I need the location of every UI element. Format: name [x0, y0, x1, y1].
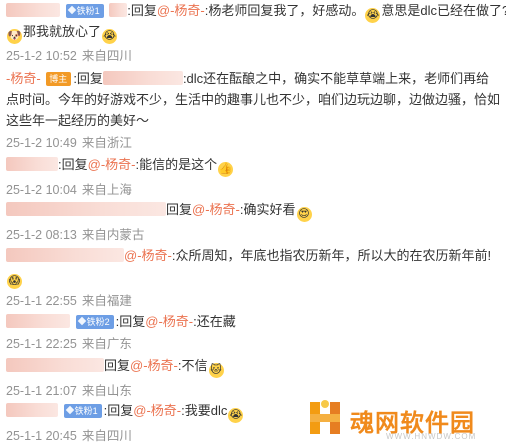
comment-text: 意思是dlc已经在做了?: [381, 3, 506, 18]
comment-item: 铁粉2 :回复@-杨奇-:还在藏 25-1-1 22:25 来自广东: [6, 313, 500, 353]
username-redacted[interactable]: [6, 157, 58, 171]
comment-body: 铁粉2 :回复@-杨奇-:还在藏: [6, 313, 500, 331]
location: 来自福建: [81, 294, 132, 308]
reply-prefix: :回复: [103, 403, 134, 418]
comment-meta: 25-1-2 08:13 来自内蒙古: [6, 226, 500, 244]
reply-prefix: 回复: [104, 358, 131, 373]
timestamp: 25-1-2 10:49: [6, 136, 77, 150]
location: 来自广东: [81, 337, 132, 351]
mention-link[interactable]: @-杨奇-: [88, 157, 136, 172]
comment-meta: 25-1-2 10:52 来自四川: [6, 47, 500, 65]
username-redacted[interactable]: [6, 314, 70, 328]
comment-body-cont: 🐶 那我就放心了 😭: [6, 23, 500, 44]
timestamp: 25-1-1 21:07: [6, 384, 77, 398]
author-link[interactable]: -杨奇-: [6, 71, 41, 86]
comment-body: @-杨奇-:众所周知，年底也指农历新年，所以大的在农历新年前! 😱: [6, 245, 500, 289]
username-redacted[interactable]: [6, 403, 58, 417]
comment-text: :众所周知，年底也指农历新年，所以大的在农历新年前!: [171, 248, 492, 263]
timestamp: 25-1-2 10:04: [6, 183, 77, 197]
location: 来自内蒙古: [81, 228, 145, 242]
username-redacted[interactable]: [102, 71, 183, 85]
comment-meta: 25-1-1 22:25 来自广东: [6, 335, 500, 353]
username-redacted[interactable]: [6, 3, 60, 17]
reply-prefix: 回复: [166, 202, 193, 217]
badge-label: 铁粉2: [86, 317, 110, 327]
username-redacted[interactable]: [6, 202, 166, 216]
comment-item: -杨奇- 博主:回复:dlc还在酝酿之中，确实不能草草端上来，老师们再给点时间。…: [6, 68, 500, 152]
comment-text: :不信: [177, 358, 208, 373]
crying-emoji-icon: 😭: [365, 8, 381, 23]
comment-meta: 25-1-2 10:49 来自浙江: [6, 134, 500, 152]
heart-eyes-emoji-icon: 😍: [296, 207, 312, 222]
location: 来自四川: [81, 49, 132, 63]
username-redacted: [109, 3, 128, 17]
location: 来自浙江: [81, 136, 132, 150]
timestamp: 25-1-2 10:52: [6, 49, 77, 63]
mention-link[interactable]: @-杨奇-: [133, 403, 181, 418]
comment-item: 回复@-杨奇-:确实好看 😍 25-1-2 08:13 来自内蒙古: [6, 201, 500, 244]
timestamp: 25-1-1 22:55: [6, 294, 77, 308]
timestamp: 25-1-1 22:25: [6, 337, 77, 351]
location: 来自山东: [81, 384, 132, 398]
comment-item: 铁粉1 :回复@-杨奇-:杨老师回复我了，好感动。 😭 意思是dlc已经在做了? 🐶…: [6, 2, 506, 65]
watermark-url: WWW.HNWDW.COM: [386, 432, 477, 441]
mention-link[interactable]: @-杨奇-: [130, 358, 178, 373]
comment-body: :回复@-杨奇-:能信的是这个 👍: [6, 156, 500, 177]
location: 来自上海: [81, 183, 132, 197]
comment-body: 回复@-杨奇-:确实好看 😍: [6, 201, 500, 222]
diamond-icon: [77, 316, 86, 326]
comment-meta: 25-1-1 22:55 来自福建: [6, 292, 500, 310]
watermark-logo-icon: [310, 400, 344, 434]
timestamp: 25-1-1 20:45: [6, 429, 77, 443]
comment-text: :确实好看: [239, 202, 296, 217]
badge-label: 铁粉1: [76, 6, 100, 16]
comment-body: 回复@-杨奇-:不信 🐱: [6, 357, 500, 378]
comment-item: @-杨奇-:众所周知，年底也指农历新年，所以大的在农历新年前! 😱 25-1-1 …: [6, 245, 500, 310]
mention-link[interactable]: @-杨奇-: [145, 314, 193, 329]
mention-link[interactable]: @-杨奇-: [192, 202, 240, 217]
site-watermark: 魂网软件园 WWW.HNWDW.COM: [310, 400, 500, 445]
timestamp: 25-1-2 08:13: [6, 228, 77, 242]
reply-prefix: :回复: [58, 157, 88, 172]
comment-text: 那我就放心了: [23, 24, 102, 39]
cat-emoji-icon: 🐱: [208, 363, 224, 378]
reply-prefix: :回复: [73, 71, 103, 86]
blogger-badge: 博主: [46, 72, 72, 86]
comment-text: :杨老师回复我了，好感动。: [204, 3, 365, 18]
comment-text: :我要dlc: [181, 403, 228, 418]
diamond-icon: [65, 405, 74, 415]
comment-body: -杨奇- 博主:回复:dlc还在酝酿之中，确实不能草草端上来，老师们再给点时间。…: [6, 68, 500, 131]
dog-emoji-icon: 🐶: [7, 29, 22, 44]
comment-text: :还在藏: [193, 314, 236, 329]
username-redacted[interactable]: [6, 358, 104, 372]
crying-emoji-icon: 😭: [228, 408, 244, 423]
fan-badge[interactable]: 铁粉2: [75, 315, 114, 329]
badge-label: 铁粉1: [74, 406, 98, 416]
thumbs-up-emoji-icon: 👍: [218, 162, 234, 177]
crying-emoji-icon: 😭: [102, 29, 118, 44]
comment-meta: 25-1-2 10:04 来自上海: [6, 181, 500, 199]
reply-prefix: :回复: [127, 3, 157, 18]
comment-item: 回复@-杨奇-:不信 🐱 25-1-1 21:07 来自山东: [6, 357, 500, 400]
fan-badge[interactable]: 铁粉1: [63, 404, 102, 418]
reply-prefix: :回复: [115, 314, 146, 329]
username-redacted[interactable]: [6, 248, 124, 262]
diamond-icon: [67, 5, 76, 15]
comment-meta: 25-1-1 21:07 来自山东: [6, 382, 500, 400]
comment-body: 铁粉1 :回复@-杨奇-:杨老师回复我了，好感动。 😭 意思是dlc已经在做了?: [6, 2, 506, 23]
scream-emoji-icon: 😱: [7, 274, 22, 289]
comment-item: :回复@-杨奇-:能信的是这个 👍 25-1-2 10:04 来自上海: [6, 156, 500, 199]
location: 来自四川: [81, 429, 132, 443]
comment-text: :能信的是这个: [135, 157, 218, 172]
mention-link[interactable]: @-杨奇-: [157, 3, 205, 18]
mention-link[interactable]: @-杨奇-: [124, 248, 172, 263]
fan-badge[interactable]: 铁粉1: [65, 4, 104, 18]
